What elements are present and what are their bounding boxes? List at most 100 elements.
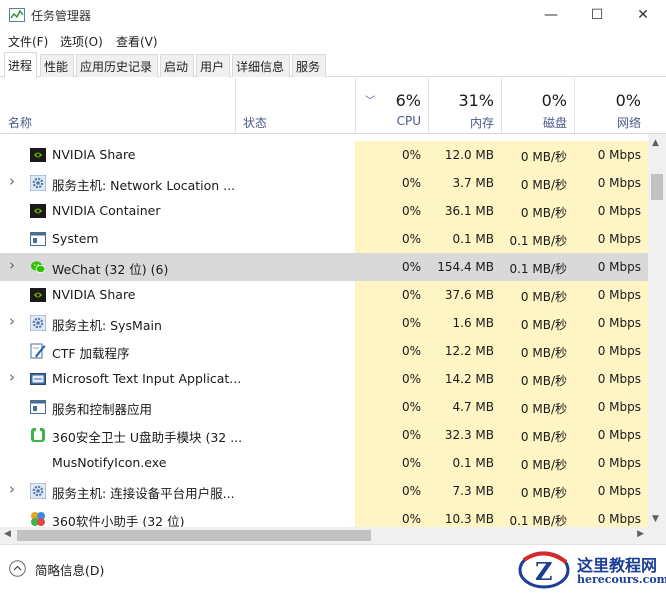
ctf-pen-icon <box>30 343 46 359</box>
cpu-column-header[interactable]: ﹀ 6% CPU <box>355 78 428 133</box>
scroll-right-arrow-icon[interactable]: ▶ <box>637 529 644 539</box>
disk-cell: 0 MB/秒 <box>501 281 574 309</box>
disk-column-header[interactable]: 0% 磁盘 <box>501 78 574 133</box>
network-cell-value: 0 Mbps <box>597 456 641 470</box>
cpu-cell: 0% <box>355 337 428 365</box>
disk-cell-value: 0.1 MB/秒 <box>509 234 567 248</box>
network-column-header[interactable]: 0% 网络 <box>574 78 648 133</box>
close-button[interactable]: ✕ <box>620 0 666 30</box>
cpu-cell-value: 0% <box>401 512 421 526</box>
menu-view[interactable]: 查看(V) <box>116 33 158 50</box>
process-row[interactable]: › Microsoft Text Input Applicat... 0% 14.2 … <box>0 365 648 393</box>
horizontal-scroll-thumb[interactable] <box>17 530 371 541</box>
minimize-button[interactable]: — <box>528 0 574 30</box>
cpu-cell: 0% <box>355 169 428 197</box>
title-bar[interactable]: 任务管理器 — ☐ ✕ <box>0 0 666 30</box>
process-row[interactable]: System 0% 0.1 MB 0.1 MB/秒 0 Mbps <box>0 225 648 253</box>
close-icon: ✕ <box>637 7 649 23</box>
process-row[interactable]: NVIDIA Share 0% 12.0 MB 0 MB/秒 0 Mbps <box>0 141 648 169</box>
maximize-button[interactable]: ☐ <box>574 0 620 30</box>
network-cell-value: 0 Mbps <box>597 288 641 302</box>
process-row[interactable]: 360软件小助手 (32 位) 0% 10.3 MB 0.1 MB/秒 0 Mbps <box>0 505 648 527</box>
memory-cell-value: 14.2 MB <box>444 372 494 386</box>
column-header: 名称 状态 ﹀ 6% CPU 31% 内存 0% 磁盘 0% 网络 <box>0 78 666 134</box>
tab-bar: 进程 性能 应用历史记录 启动 用户 详细信息 服务 <box>0 52 666 78</box>
memory-column-header[interactable]: 31% 内存 <box>428 78 501 133</box>
horizontal-scrollbar[interactable]: ◀ ▶ <box>0 527 648 544</box>
menu-options[interactable]: 选项(O) <box>60 33 103 50</box>
vertical-scrollbar[interactable]: ▲ ▼ <box>648 134 666 527</box>
memory-cell: 7.3 MB <box>428 477 501 505</box>
process-status-cell <box>235 337 355 365</box>
process-name: 服务主机: Network Location ... <box>52 178 236 193</box>
network-cell-value: 0 Mbps <box>597 484 641 498</box>
scroll-up-arrow-icon[interactable]: ▲ <box>652 138 659 148</box>
process-row[interactable]: › 服务主机: SysMain 0% 1.6 MB 0 MB/秒 0 Mbps <box>0 309 648 337</box>
disk-cell-value: 0 MB/秒 <box>520 346 567 360</box>
process-row[interactable]: CTF 加载程序 0% 12.2 MB 0 MB/秒 0 Mbps <box>0 337 648 365</box>
scrollbar-corner <box>648 527 666 544</box>
process-status-cell <box>235 393 355 421</box>
disk-cell: 0 MB/秒 <box>501 477 574 505</box>
network-cell-value: 0 Mbps <box>597 260 641 274</box>
network-cell: 0 Mbps <box>574 337 648 365</box>
process-row[interactable]: › 服务主机: 连接设备平台用户服... 0% 7.3 MB 0 MB/秒 0 Mbps <box>0 477 648 505</box>
process-row[interactable]: NVIDIA Container 0% 36.1 MB 0 MB/秒 0 Mbps <box>0 197 648 225</box>
status-column-label: 状态 <box>243 116 268 130</box>
process-row[interactable]: › WeChat (32 位) (6) 0% 154.4 MB 0.1 MB/秒 0 Mb… <box>0 253 648 281</box>
network-cell-value: 0 Mbps <box>597 428 641 442</box>
expand-chevron-icon[interactable]: › <box>9 480 15 498</box>
tab-users[interactable]: 用户 <box>196 54 230 77</box>
network-cell: 0 Mbps <box>574 365 648 393</box>
process-status-cell <box>235 365 355 393</box>
memory-cell: 0.1 MB <box>428 449 501 477</box>
tab-startup[interactable]: 启动 <box>160 54 194 77</box>
tab-services[interactable]: 服务 <box>292 54 326 77</box>
process-name: 服务主机: SysMain <box>52 318 162 333</box>
process-name: CTF 加载程序 <box>52 346 130 361</box>
tab-app-history[interactable]: 应用历史记录 <box>76 54 158 77</box>
process-row[interactable]: 服务和控制器应用 0% 4.7 MB 0 MB/秒 0 Mbps <box>0 393 648 421</box>
process-row[interactable]: 360安全卫士 U盘助手模块 (32 ... 0% 32.3 MB 0 MB/秒 0 M… <box>0 421 648 449</box>
vertical-scroll-thumb[interactable] <box>651 174 663 200</box>
expand-chevron-icon[interactable]: › <box>9 172 15 190</box>
cpu-cell-value: 0% <box>401 260 421 274</box>
process-status-cell <box>235 281 355 309</box>
disk-cell: 0 MB/秒 <box>501 421 574 449</box>
cpu-cell-value: 0% <box>401 344 421 358</box>
status-column-header[interactable]: 状态 <box>235 78 355 133</box>
disk-cell-value: 0 MB/秒 <box>520 458 567 472</box>
expand-chevron-icon[interactable]: › <box>9 368 15 386</box>
name-column-header[interactable]: 名称 <box>0 78 235 133</box>
scroll-down-arrow-icon[interactable]: ▼ <box>652 514 659 524</box>
memory-cell: 12.2 MB <box>428 337 501 365</box>
tab-performance[interactable]: 性能 <box>40 54 74 77</box>
memory-cell-value: 12.0 MB <box>444 148 494 162</box>
cpu-cell-value: 0% <box>401 288 421 302</box>
process-name: Microsoft Text Input Applicat... <box>52 371 242 386</box>
expand-chevron-icon[interactable]: › <box>9 312 15 330</box>
cpu-cell: 0% <box>355 141 428 169</box>
network-total-percent: 0% <box>615 91 641 110</box>
disk-cell-value: 0.1 MB/秒 <box>509 262 567 276</box>
cpu-cell-value: 0% <box>401 176 421 190</box>
cpu-cell: 0% <box>355 393 428 421</box>
cpu-cell-value: 0% <box>401 372 421 386</box>
process-row[interactable]: › 服务主机: Network Location ... 0% 3.7 MB 0 MB/… <box>0 169 648 197</box>
task-manager-icon <box>9 8 25 22</box>
cpu-cell: 0% <box>355 225 428 253</box>
tab-processes[interactable]: 进程 <box>4 52 37 78</box>
process-status-cell <box>235 197 355 225</box>
tab-details[interactable]: 详细信息 <box>232 54 290 77</box>
menu-file[interactable]: 文件(F) <box>8 33 48 50</box>
expand-chevron-icon[interactable]: › <box>9 256 15 274</box>
network-cell: 0 Mbps <box>574 421 648 449</box>
process-row[interactable]: MusNotifyIcon.exe 0% 0.1 MB 0 MB/秒 0 Mbps <box>0 449 648 477</box>
memory-cell-value: 12.2 MB <box>444 344 494 358</box>
disk-cell-value: 0 MB/秒 <box>520 290 567 304</box>
process-row[interactable]: NVIDIA Share 0% 37.6 MB 0 MB/秒 0 Mbps <box>0 281 648 309</box>
scroll-left-arrow-icon[interactable]: ◀ <box>4 529 11 539</box>
memory-cell: 1.6 MB <box>428 309 501 337</box>
disk-cell: 0 MB/秒 <box>501 309 574 337</box>
process-name: 服务主机: 连接设备平台用户服... <box>52 486 235 501</box>
